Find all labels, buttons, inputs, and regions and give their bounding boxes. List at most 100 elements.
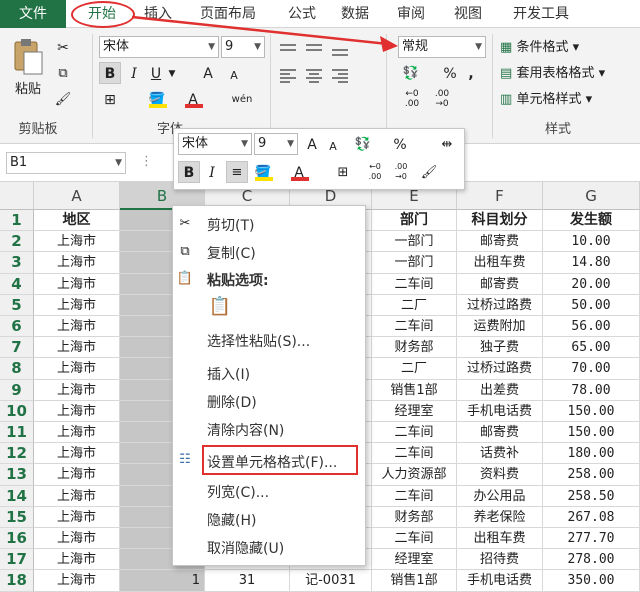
table-cell[interactable]: 话费补 xyxy=(457,443,543,465)
menu-item-insert[interactable]: 插入(I) xyxy=(207,364,250,384)
mini-percent-button[interactable]: % xyxy=(390,133,410,155)
row-header[interactable]: 4 xyxy=(0,273,34,295)
mini-merge-icon[interactable]: ⇹ xyxy=(436,133,458,155)
table-cell[interactable]: 上海市 xyxy=(34,464,120,486)
phonetic-button[interactable]: wén xyxy=(228,88,256,110)
table-cell[interactable]: 上海市 xyxy=(34,549,120,571)
menu-item-paste-special[interactable]: 选择性粘贴(S)... xyxy=(207,331,310,351)
table-cell[interactable]: 财务部 xyxy=(372,337,457,359)
increase-decimal-icon[interactable]: ←0.00 xyxy=(400,88,424,110)
table-cell[interactable]: 50.00 xyxy=(543,294,640,316)
mini-font-name[interactable]: 宋体 ▼ xyxy=(178,133,252,155)
table-cell[interactable]: 一部门 xyxy=(372,231,457,253)
table-cell[interactable]: 10.00 xyxy=(543,231,640,253)
table-cell[interactable]: 上海市 xyxy=(34,443,120,465)
table-cell[interactable]: 350.00 xyxy=(543,570,640,592)
table-cell[interactable]: 经理室 xyxy=(372,549,457,571)
table-cell[interactable]: 1 xyxy=(120,570,205,592)
table-cell[interactable]: 14.80 xyxy=(543,252,640,274)
table-cell[interactable]: 经理室 xyxy=(372,400,457,422)
mini-center-icon[interactable]: ≡ xyxy=(226,161,248,183)
table-cell[interactable]: 邮寄费 xyxy=(457,231,543,253)
table-cell[interactable]: 出租车费 xyxy=(457,252,543,274)
mini-borders-icon[interactable]: ⊞ xyxy=(332,161,354,183)
table-cell[interactable]: 上海市 xyxy=(34,528,120,550)
header-cell[interactable]: 科目划分 xyxy=(457,210,543,232)
menu-item-copy[interactable]: 复制(C) xyxy=(207,243,256,263)
table-cell[interactable]: 上海市 xyxy=(34,485,120,507)
table-cell[interactable]: 销售1部 xyxy=(372,379,457,401)
table-cell[interactable]: 180.00 xyxy=(543,443,640,465)
table-cell[interactable]: 资料费 xyxy=(457,464,543,486)
table-cell[interactable]: 招待费 xyxy=(457,549,543,571)
mini-shrink-font-icon[interactable]: A xyxy=(324,135,342,157)
table-cell[interactable]: 独子费 xyxy=(457,337,543,359)
table-cell[interactable]: 手机电话费 xyxy=(457,400,543,422)
row-header[interactable]: 3 xyxy=(0,252,34,274)
table-cell[interactable]: 过桥过路费 xyxy=(457,294,543,316)
row-header[interactable]: 17 xyxy=(0,549,34,571)
fill-color-icon[interactable]: 🪣 xyxy=(146,88,168,110)
table-cell[interactable]: 财务部 xyxy=(372,506,457,528)
table-cell[interactable]: 上海市 xyxy=(34,337,120,359)
mini-fill-color-icon[interactable]: 🪣 xyxy=(252,161,274,183)
table-cell[interactable]: 上海市 xyxy=(34,294,120,316)
mini-bold-button[interactable]: B xyxy=(178,161,200,183)
menu-item-delete[interactable]: 删除(D) xyxy=(207,392,257,412)
table-cell[interactable]: 20.00 xyxy=(543,273,640,295)
column-header-g[interactable]: G xyxy=(543,182,640,210)
table-cell[interactable]: 邮寄费 xyxy=(457,422,543,444)
table-cell[interactable]: 出租车费 xyxy=(457,528,543,550)
header-cell[interactable]: 地区 xyxy=(34,210,120,232)
table-cell[interactable]: 二车间 xyxy=(372,422,457,444)
table-cell[interactable]: 邮寄费 xyxy=(457,273,543,295)
row-header[interactable]: 5 xyxy=(0,294,34,316)
row-header[interactable]: 10 xyxy=(0,400,34,422)
table-cell[interactable]: 上海市 xyxy=(34,231,120,253)
mini-increase-decimal-icon[interactable]: ←0.00 xyxy=(364,161,386,183)
font-color-button[interactable]: A xyxy=(182,88,204,110)
row-header[interactable]: 15 xyxy=(0,506,34,528)
table-cell[interactable]: 70.00 xyxy=(543,358,640,380)
table-cell[interactable]: 31 xyxy=(205,570,290,592)
table-cell[interactable]: 150.00 xyxy=(543,400,640,422)
mini-accounting-icon[interactable]: 💱 xyxy=(350,133,376,155)
row-header[interactable]: 13 xyxy=(0,464,34,486)
table-cell[interactable]: 277.70 xyxy=(543,528,640,550)
table-cell[interactable]: 150.00 xyxy=(543,422,640,444)
row-header[interactable]: 9 xyxy=(0,379,34,401)
mini-italic-button[interactable]: I xyxy=(202,161,222,183)
header-cell[interactable]: 部门 xyxy=(372,210,457,232)
table-cell[interactable]: 养老保险 xyxy=(457,506,543,528)
mini-format-painter-icon[interactable]: 🖌 xyxy=(418,161,440,183)
menu-item-column-width[interactable]: 列宽(C)... xyxy=(207,482,269,502)
menu-item-hide[interactable]: 隐藏(H) xyxy=(207,510,256,530)
column-header-f[interactable]: F xyxy=(457,182,543,210)
table-cell[interactable]: 出差费 xyxy=(457,379,543,401)
column-header-a[interactable]: A xyxy=(34,182,120,210)
select-all-corner[interactable] xyxy=(0,182,34,210)
table-cell[interactable]: 258.50 xyxy=(543,485,640,507)
table-cell[interactable]: 上海市 xyxy=(34,252,120,274)
row-header[interactable]: 14 xyxy=(0,485,34,507)
name-box[interactable]: B1 ▼ xyxy=(6,152,126,174)
menu-item-unhide[interactable]: 取消隐藏(U) xyxy=(207,538,284,558)
table-cell[interactable]: 办公用品 xyxy=(457,485,543,507)
table-cell[interactable]: 二车间 xyxy=(372,485,457,507)
text-align-icons[interactable] xyxy=(278,68,368,84)
table-cell[interactable]: 56.00 xyxy=(543,316,640,338)
mini-grow-font-icon[interactable]: A xyxy=(302,133,322,155)
table-cell[interactable]: 上海市 xyxy=(34,400,120,422)
cell-style-button[interactable]: ▥ 单元格样式 ▾ xyxy=(500,88,630,107)
paste-option-icon[interactable]: 📋 xyxy=(208,298,232,322)
table-cell[interactable]: 二车间 xyxy=(372,443,457,465)
menu-item-clear[interactable]: 清除内容(N) xyxy=(207,420,284,440)
menu-item-cut[interactable]: 剪切(T) xyxy=(207,215,254,235)
table-cell[interactable]: 上海市 xyxy=(34,316,120,338)
table-cell[interactable]: 上海市 xyxy=(34,570,120,592)
format-painter-icon[interactable]: 🖌 xyxy=(52,88,74,110)
mini-font-size[interactable]: 9 ▼ xyxy=(254,133,298,155)
table-cell[interactable]: 上海市 xyxy=(34,506,120,528)
table-cell[interactable]: 278.00 xyxy=(543,549,640,571)
row-header[interactable]: 16 xyxy=(0,528,34,550)
